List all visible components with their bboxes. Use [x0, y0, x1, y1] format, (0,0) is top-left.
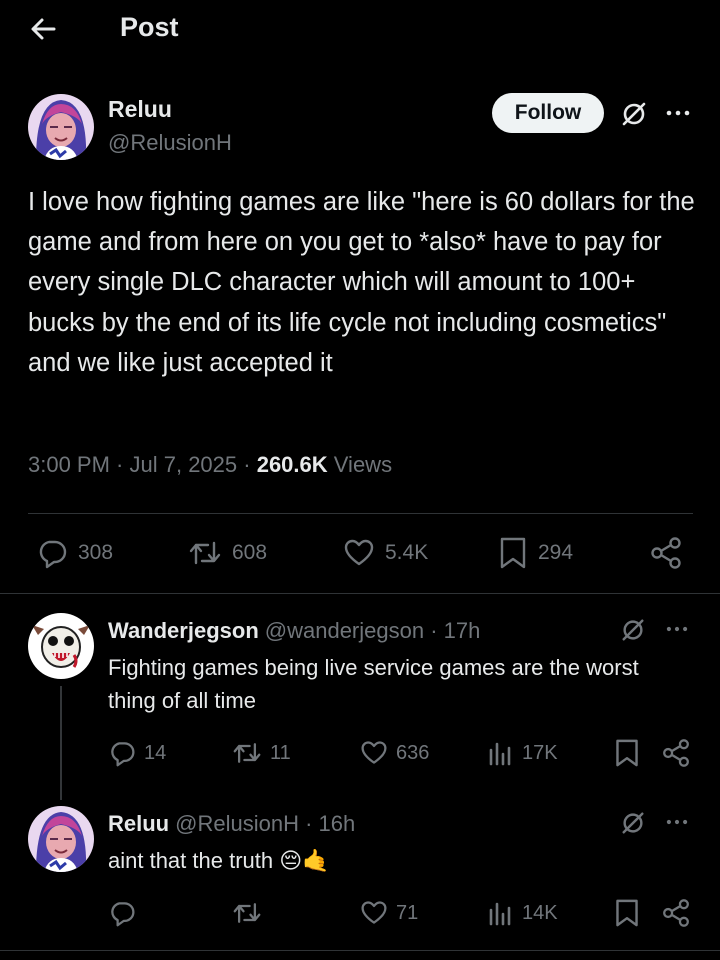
follow-button[interactable]: Follow [492, 93, 604, 133]
reply-icon [108, 899, 136, 927]
heart-icon [360, 739, 388, 767]
grok-icon[interactable] [620, 100, 648, 128]
share-icon[interactable] [662, 738, 690, 768]
share-icon[interactable] [650, 536, 682, 570]
like-action[interactable]: 5.4K [343, 536, 428, 570]
reply-header: Reluu @RelusionH · 16h [108, 811, 356, 836]
bookmark-action[interactable]: 294 [498, 536, 573, 570]
reply-author-handle[interactable]: @RelusionH [175, 811, 299, 836]
heart-icon [360, 899, 388, 927]
repost-count: 608 [232, 541, 268, 564]
post-text: I love how fighting games are like "here… [28, 188, 695, 377]
bookmark-icon[interactable] [614, 738, 640, 768]
avatar[interactable] [28, 806, 94, 872]
divider [0, 950, 720, 951]
views-count: 17K [522, 741, 558, 764]
author-handle[interactable]: @RelusionH [108, 130, 232, 156]
views-action[interactable]: 17K [488, 738, 558, 768]
like-count: 636 [396, 741, 430, 764]
avatar[interactable] [28, 94, 94, 160]
reply-action[interactable] [108, 898, 136, 928]
emoji: 😔🤙 [279, 848, 330, 873]
more-icon[interactable] [665, 813, 689, 831]
divider [0, 593, 720, 594]
post-date[interactable]: Jul 7, 2025 [130, 452, 238, 477]
arrow-left-icon[interactable] [28, 14, 58, 44]
like-action[interactable]: 71 [360, 898, 418, 928]
post-meta: 3:00 PM · Jul 7, 2025 · 260.6K Views [28, 452, 393, 477]
author-name[interactable]: Reluu [108, 96, 172, 123]
avatar[interactable] [28, 613, 94, 679]
more-icon[interactable] [665, 620, 689, 638]
like-count: 71 [396, 901, 419, 924]
reply-action[interactable]: 14 [108, 738, 166, 768]
bookmark-count: 294 [538, 541, 574, 564]
like-count: 5.4K [385, 541, 429, 564]
like-action[interactable]: 636 [360, 738, 429, 768]
repost-icon [232, 899, 262, 927]
views-action[interactable]: 14K [488, 898, 558, 928]
reply-author-handle[interactable]: @wanderjegson [265, 618, 424, 643]
reply-count: 14 [144, 741, 167, 764]
reply-text: aint that the truth 😔🤙 [108, 848, 330, 873]
bookmark-icon[interactable] [614, 898, 640, 928]
repost-icon [188, 537, 222, 569]
reply-count: 308 [78, 541, 114, 564]
reply-author-name[interactable]: Wanderjegson [108, 618, 259, 643]
repost-action[interactable]: 11 [232, 738, 291, 768]
top-bar: Post [0, 0, 720, 56]
reply-author-name[interactable]: Reluu [108, 811, 169, 836]
divider [28, 513, 693, 514]
repost-action[interactable] [232, 898, 262, 928]
views-count: 14K [522, 901, 558, 924]
reply-icon [108, 739, 136, 767]
repost-icon [232, 739, 262, 767]
grok-icon[interactable] [620, 810, 646, 836]
reply-header: Wanderjegson @wanderjegson · 17h [108, 618, 481, 643]
reply-time[interactable]: 16h [319, 811, 356, 836]
views-count: 260.6K [256, 452, 328, 477]
post-time: 3:00 PM [28, 452, 110, 477]
analytics-icon [488, 740, 514, 766]
repost-count: 11 [270, 741, 291, 764]
views-label: Views [333, 452, 393, 477]
reply-time[interactable]: 17h [444, 618, 481, 643]
share-icon[interactable] [662, 898, 690, 928]
more-icon[interactable] [665, 103, 691, 123]
reply-text: Fighting games being live service games … [108, 655, 639, 713]
thread-line [60, 686, 62, 800]
reply-icon [36, 537, 68, 569]
grok-icon[interactable] [620, 617, 646, 643]
heart-icon [343, 537, 375, 569]
bookmark-icon [498, 536, 528, 570]
analytics-icon [488, 900, 514, 926]
page-title: Post [120, 12, 179, 42]
reply-action[interactable]: 308 [36, 536, 113, 570]
repost-action[interactable]: 608 [188, 536, 267, 570]
